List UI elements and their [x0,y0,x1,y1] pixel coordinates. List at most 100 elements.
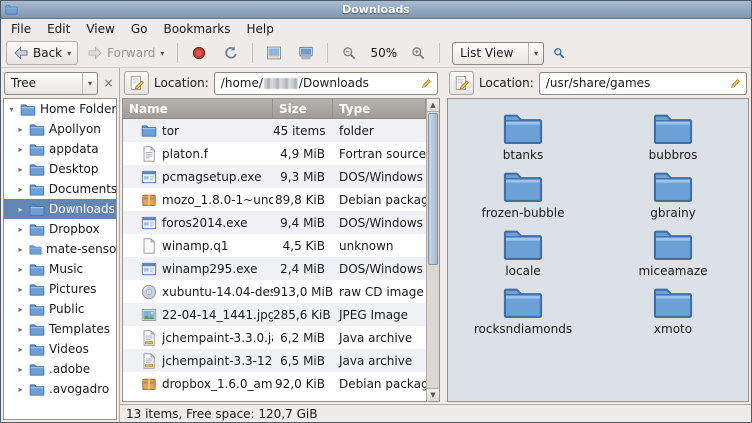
zoom-out-button[interactable] [334,41,364,65]
toolbar: Back ▾ Forward ▾ 50% Li [1,39,751,68]
file-row[interactable]: jchempaint-3.3-1210...6,5 MiBJava archiv… [123,349,426,372]
file-size: 9,4 MiB [273,216,333,230]
sidebar-item-downloads[interactable]: ▸Downloads [4,199,116,219]
expander-closed-icon[interactable]: ▸ [16,265,25,274]
image-file-icon [141,307,157,323]
edit-location-button[interactable] [449,71,474,95]
expander-closed-icon[interactable]: ▸ [16,385,25,394]
file-row[interactable]: mozo_1.8.0-1~unoffi...89,8 KiBDebian pac… [123,188,426,211]
expander-closed-icon[interactable]: ▸ [16,365,25,374]
scrollbar-thumb[interactable] [428,113,438,265]
sidebar-item-public[interactable]: ▸Public [4,299,116,319]
titlebar[interactable]: Downloads [1,1,751,19]
forward-history-chevron-icon[interactable]: ▾ [160,49,164,58]
sidebar-item-music[interactable]: ▸Music [4,259,116,279]
menu-file[interactable]: File [3,20,39,38]
sidebar-header: Tree ▾ × [1,68,119,98]
sidebar-item-dropbox[interactable]: ▸Dropbox [4,219,116,239]
forward-label: Forward [107,46,155,60]
sidebar-item-apollyon[interactable]: ▸Apollyon [4,119,116,139]
folder-item-bubbros[interactable]: bubbros [614,111,732,169]
sidebar-item-documents[interactable]: ▸ Documents [4,179,116,199]
file-name-cell: foros2014.exe [123,215,273,231]
expander-closed-icon[interactable]: ▸ [16,185,25,194]
forward-button[interactable]: Forward ▾ [80,41,171,65]
expander-closed-icon[interactable]: ▸ [16,125,25,134]
menu-go[interactable]: Go [123,20,156,38]
menu-edit[interactable]: Edit [39,20,78,38]
sidebar-view-selector[interactable]: Tree ▾ [4,72,98,95]
scroll-down-icon[interactable]: ▼ [427,388,439,401]
folder-icon [29,363,45,376]
status-text: 13 items, Free space: 120,7 GiB [126,407,317,421]
menu-help[interactable]: Help [239,20,282,38]
reload-button[interactable] [216,41,246,65]
file-row[interactable]: 22-04-14_1441.jpg285,6 KiBJPEG Image [123,303,426,326]
file-name-cell: platon.f [123,146,273,162]
view-mode-selector[interactable]: List View ▾ [452,42,544,65]
folder-icon [652,169,694,203]
file-list-scrollbar[interactable]: ▲ ▼ [426,99,439,401]
folder-item-xmoto[interactable]: xmoto [614,285,732,343]
back-history-chevron-icon[interactable]: ▾ [67,49,71,58]
back-button[interactable]: Back ▾ [6,41,78,65]
folder-item-btanks[interactable]: btanks [464,111,582,169]
file-row[interactable]: winamp295.exe2,4 MiBDOS/Windows ex... [123,257,426,280]
folder-item-frozen-bubble[interactable]: frozen-bubble [464,169,582,227]
folder-item-miceamaze[interactable]: miceamaze [614,227,732,285]
sidebar-item-home-folder[interactable]: ▾Home Folder [4,99,116,119]
menu-view[interactable]: View [78,20,122,38]
folder-item-rocksndiamonds[interactable]: rocksndiamonds [464,285,582,343]
folder-label: rocksndiamonds [474,322,572,336]
computer-button[interactable] [291,41,321,65]
menu-bookmarks[interactable]: Bookmarks [155,20,238,38]
sidebar-item-appdata[interactable]: ▸appdata [4,139,116,159]
sidebar-item-mate-sensors[interactable]: ▸mate-sensors- [4,239,116,259]
file-row[interactable]: winamp.q14,5 KiBunknown [123,234,426,257]
home-button[interactable] [259,41,289,65]
file-row[interactable]: jchempaint-3.3.0.jar6,2 MiBJava archive [123,326,426,349]
file-row[interactable]: platon.f4,9 MiBFortran source co... [123,142,426,165]
left-location-input[interactable]: /home/ /Downloads [214,72,438,95]
sidebar-item-desktop[interactable]: ▸Desktop [4,159,116,179]
expander-open-icon[interactable]: ▾ [7,105,16,114]
view-mode-label: List View [460,46,513,60]
folder-icon [502,227,544,261]
sidebar-item-label: Documents [49,182,116,196]
expander-closed-icon[interactable]: ▸ [16,305,25,314]
sidebar-item-pictures[interactable]: ▸Pictures [4,279,116,299]
column-header-type[interactable]: Type [333,99,426,118]
file-row[interactable]: pcmagsetup.exe9,3 MiBDOS/Windows ex... [123,165,426,188]
search-button[interactable] [546,41,572,65]
folder-item-gbrainy[interactable]: gbrainy [614,169,732,227]
expander-closed-icon[interactable]: ▸ [16,245,25,254]
expander-closed-icon[interactable]: ▸ [16,145,25,154]
folder-item-locale[interactable]: locale [464,227,582,285]
column-header-size[interactable]: Size [273,99,333,118]
main-area: Tree ▾ × ▾Home Folder▸Apollyon▸appdata▸D… [1,68,751,422]
file-size: 89,8 KiB [273,193,333,207]
expander-closed-icon[interactable]: ▸ [16,325,25,334]
file-row[interactable]: xubuntu-14.04-deskt...913,0 MiBraw CD im… [123,280,426,303]
sidebar-item-templates[interactable]: ▸Templates [4,319,116,339]
file-row[interactable]: tor45 itemsfolder [123,119,426,142]
file-row[interactable]: foros2014.exe9,4 MiBDOS/Windows ex... [123,211,426,234]
sidebar-item-avogadro[interactable]: ▸.avogadro [4,379,116,399]
close-sidebar-button[interactable]: × [100,73,117,93]
expander-closed-icon[interactable]: ▸ [16,165,25,174]
stop-button[interactable] [184,41,214,65]
sidebar-item-videos[interactable]: ▸Videos [4,339,116,359]
expander-closed-icon[interactable]: ▸ [16,205,25,214]
expander-closed-icon[interactable]: ▸ [16,345,25,354]
back-label: Back [33,46,62,60]
sidebar-item-adobe[interactable]: ▸.adobe [4,359,116,379]
column-header-name[interactable]: Name [123,99,273,118]
expander-closed-icon[interactable]: ▸ [16,225,25,234]
expander-closed-icon[interactable]: ▸ [16,285,25,294]
zoom-in-button[interactable] [403,41,433,65]
edit-location-button[interactable] [124,71,149,95]
file-row[interactable]: dropbox_1.6.0_amd6...92,0 KiBDebian pack… [123,372,426,395]
file-type: Java archive [333,331,426,345]
right-location-input[interactable]: /usr/share/games [539,72,747,95]
scroll-up-icon[interactable]: ▲ [427,99,439,112]
